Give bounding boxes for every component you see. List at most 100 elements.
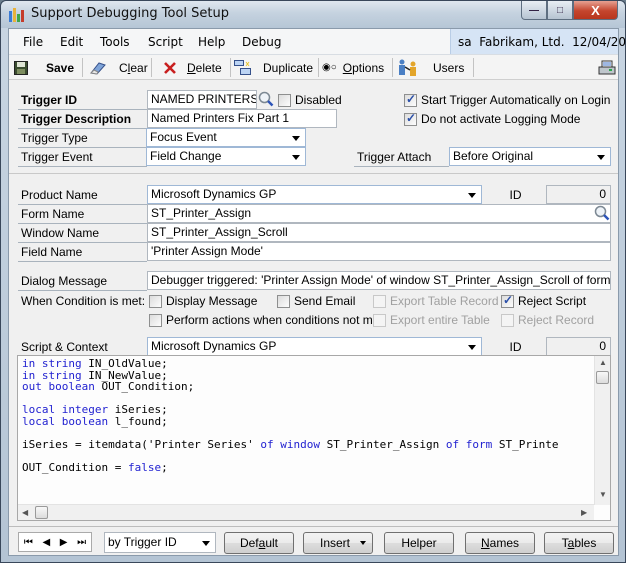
- chevron-down-icon: [468, 345, 476, 350]
- field-name-field[interactable]: 'Printer Assign Mode': [147, 242, 611, 261]
- last-record-icon[interactable]: ⏭: [77, 537, 86, 548]
- script-id-field: 0: [546, 337, 611, 356]
- disabled-checkbox[interactable]: Disabled: [278, 92, 342, 108]
- export-entire-table-checkbox: Export entire Table: [373, 312, 490, 328]
- scroll-down-icon[interactable]: ▼: [599, 490, 607, 499]
- perform-actions-box: [149, 313, 162, 327]
- insert-label: Insert: [320, 536, 351, 550]
- form-name-field[interactable]: ST_Printer_Assign: [147, 204, 611, 223]
- default-button[interactable]: Default: [224, 532, 294, 554]
- no-logging-checkbox[interactable]: Do not activate Logging Mode: [404, 111, 580, 127]
- radio-options-icon: ◉○: [322, 62, 337, 73]
- perform-actions-checkbox[interactable]: Perform actions when conditions not met: [149, 312, 383, 328]
- trigger-attach-label: Trigger Attach: [354, 148, 449, 167]
- title-bar[interactable]: Support Debugging Tool Setup — □ X: [1, 1, 625, 28]
- section-divider: [9, 173, 618, 174]
- scroll-right-icon[interactable]: ▶: [581, 508, 587, 517]
- users-button[interactable]: Users: [397, 58, 464, 77]
- user-id: sa: [458, 35, 472, 49]
- trigger-description-field[interactable]: Named Printers Fix Part 1: [147, 109, 337, 128]
- trigger-type-dropdown[interactable]: Focus Event: [146, 128, 306, 147]
- vertical-scroll-thumb[interactable]: [596, 371, 609, 384]
- helper-button[interactable]: Helper: [384, 532, 454, 554]
- minimize-button[interactable]: —: [521, 1, 547, 20]
- horizontal-scrollbar[interactable]: ◀ ▶: [18, 504, 594, 520]
- trigger-event-dropdown[interactable]: Field Change: [146, 147, 306, 166]
- dialog-message-label: Dialog Message: [18, 272, 147, 291]
- helper-label: Helper: [401, 536, 437, 550]
- trigger-attach-value: Before Original: [453, 149, 534, 163]
- names-button[interactable]: Names: [465, 532, 535, 554]
- duplicate-icon: [234, 60, 251, 75]
- menu-debug[interactable]: Debug: [242, 35, 281, 49]
- field-name-label: Field Name: [18, 243, 147, 262]
- script-context-dropdown[interactable]: Microsoft Dynamics GP: [147, 337, 482, 356]
- window-name-label: Window Name: [18, 224, 147, 243]
- start-auto-label: Start Trigger Automatically on Login: [421, 93, 611, 107]
- reject-record-checkbox: Reject Record: [501, 312, 594, 328]
- toolbar-separator: [151, 58, 152, 77]
- script-text[interactable]: in string IN_OldValue; in string IN_NewVa…: [22, 358, 559, 473]
- trigger-id-lookup-icon[interactable]: [258, 91, 274, 107]
- duplicate-button[interactable]: Duplicate: [234, 58, 313, 77]
- app-icon: [9, 7, 25, 22]
- delete-button[interactable]: Delete: [163, 58, 222, 77]
- print-button[interactable]: [598, 58, 616, 77]
- dialog-message-field[interactable]: Debugger triggered: 'Printer Assign Mode…: [147, 271, 611, 290]
- menu-bar: File Edit Tools Script Help Debug sa Fab…: [9, 29, 626, 55]
- user-date: 12/04/2017: [572, 35, 626, 49]
- trigger-id-field[interactable]: NAMED PRINTERS1: [147, 90, 257, 109]
- no-logging-box: [404, 111, 417, 126]
- script-line: OUT_Condition = false;: [22, 460, 168, 474]
- tables-button[interactable]: Tables: [544, 532, 614, 554]
- scroll-up-icon[interactable]: ▲: [599, 358, 607, 367]
- start-auto-checkbox[interactable]: Start Trigger Automatically on Login: [404, 92, 610, 108]
- export-entire-table-label: Export entire Table: [390, 313, 490, 327]
- menu-help[interactable]: Help: [198, 35, 225, 49]
- script-editor[interactable]: in string IN_OldValue; in string IN_NewVa…: [17, 355, 611, 521]
- sort-by-dropdown[interactable]: by Trigger ID: [104, 532, 216, 553]
- menu-edit[interactable]: Edit: [60, 35, 83, 49]
- disabled-label: Disabled: [295, 93, 342, 107]
- vertical-scrollbar[interactable]: ▲ ▼: [594, 356, 610, 505]
- menu-script[interactable]: Script: [148, 35, 183, 49]
- printer-icon: [598, 60, 616, 74]
- trigger-description-label: Trigger Description: [18, 110, 147, 129]
- menu-tools[interactable]: Tools: [100, 35, 130, 49]
- save-button[interactable]: Save: [14, 58, 74, 77]
- reject-script-box: [501, 293, 514, 308]
- product-name-dropdown[interactable]: Microsoft Dynamics GP: [147, 185, 482, 204]
- send-email-label: Send Email: [294, 294, 356, 308]
- scroll-left-icon[interactable]: ◀: [22, 508, 28, 517]
- user-company-date[interactable]: sa Fabrikam, Ltd. 12/04/2017: [450, 29, 626, 54]
- display-message-box: [149, 294, 162, 308]
- form-name-label: Form Name: [18, 205, 147, 224]
- window-name-field[interactable]: ST_Printer_Assign_Scroll: [147, 223, 611, 242]
- first-record-icon[interactable]: ⏮: [24, 537, 33, 548]
- previous-record-icon[interactable]: ◀: [42, 537, 50, 548]
- next-record-icon[interactable]: ▶: [60, 537, 68, 548]
- toolbar: Save Clear Delete Duplicate ◉○ Options U…: [9, 55, 618, 80]
- chevron-down-icon: [360, 541, 366, 545]
- form-name-lookup-icon[interactable]: [594, 205, 610, 221]
- minimize-icon: —: [529, 4, 539, 16]
- display-message-checkbox[interactable]: Display Message: [149, 293, 257, 309]
- maximize-button[interactable]: □: [547, 1, 573, 20]
- clear-button[interactable]: Clear: [89, 58, 148, 77]
- toolbar-separator: [230, 58, 231, 77]
- horizontal-scroll-thumb[interactable]: [35, 506, 48, 519]
- trigger-event-value: Field Change: [150, 149, 222, 163]
- close-button[interactable]: X: [573, 1, 618, 20]
- delete-label: Delete: [187, 60, 222, 75]
- trigger-attach-dropdown[interactable]: Before Original: [449, 147, 611, 166]
- insert-button[interactable]: Insert: [303, 532, 373, 554]
- disabled-box: [278, 93, 291, 107]
- options-button[interactable]: ◉○ Options: [322, 58, 384, 77]
- reject-script-checkbox[interactable]: Reject Script: [501, 293, 586, 309]
- send-email-checkbox[interactable]: Send Email: [277, 293, 355, 309]
- chevron-down-icon: [292, 136, 300, 141]
- save-label: Save: [46, 60, 75, 75]
- toolbar-separator: [318, 58, 319, 77]
- menu-file[interactable]: File: [23, 35, 43, 49]
- send-email-box: [277, 294, 290, 308]
